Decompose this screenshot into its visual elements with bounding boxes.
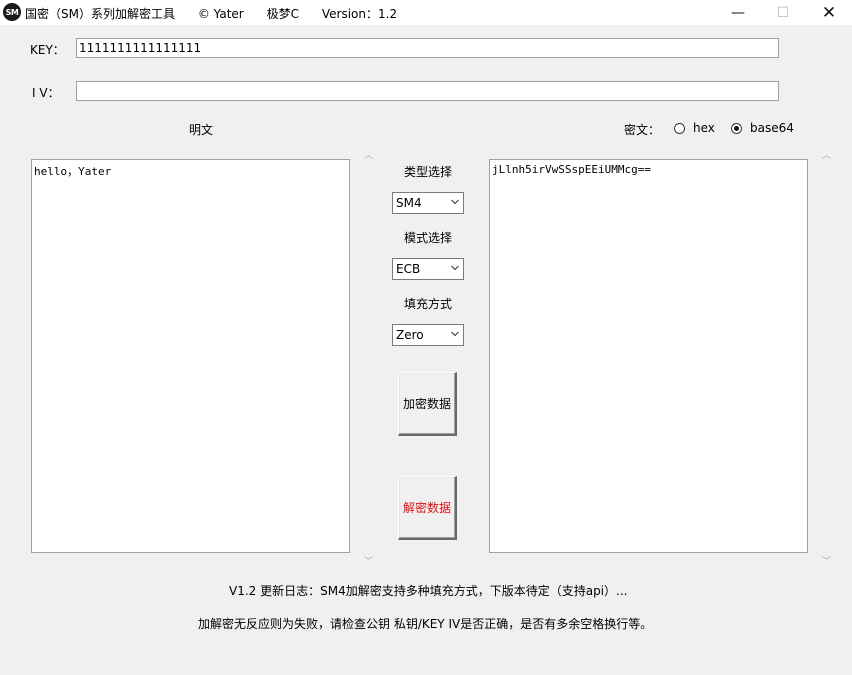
right-scrollbar[interactable]: ︿ ﹀: [818, 144, 835, 570]
maximize-button[interactable]: ☐: [760, 0, 806, 25]
format-base64-radio[interactable]: base64: [731, 121, 794, 135]
radio-base64-indicator[interactable]: [731, 122, 742, 134]
decrypt-button[interactable]: 解密数据: [398, 476, 457, 540]
plaintext-label: 明文: [189, 123, 214, 137]
key-label: KEY：: [30, 43, 65, 57]
radio-hex-indicator[interactable]: [674, 122, 685, 134]
close-button[interactable]: ✕: [806, 0, 852, 25]
encrypt-button[interactable]: 加密数据: [398, 372, 457, 436]
title-bar: SM 国密（SM）系列加解密工具 © Yater 极梦C Version：1.2…: [0, 0, 852, 25]
key-input[interactable]: 1111111111111111: [76, 38, 779, 58]
scroll-up-icon[interactable]: ︿: [360, 147, 377, 161]
iv-input[interactable]: [76, 81, 779, 101]
chevron-down-icon: [451, 199, 459, 205]
scroll-down-icon[interactable]: ﹀: [360, 553, 377, 567]
scroll-up-icon[interactable]: ︿: [818, 147, 835, 161]
mode-select-value: ECB: [396, 262, 421, 276]
app-logo-icon: SM: [3, 3, 21, 21]
mode-select[interactable]: ECB: [392, 258, 464, 280]
mode-select-label: 模式选择: [403, 231, 452, 245]
chevron-down-icon: [451, 331, 459, 337]
plaintext-textarea[interactable]: hello，Yater: [31, 159, 350, 553]
window-title: 国密（SM）系列加解密工具 © Yater 极梦C Version：1.2: [25, 7, 398, 21]
type-select[interactable]: SM4: [392, 192, 464, 214]
scroll-down-icon[interactable]: ﹀: [818, 553, 835, 567]
hint-text: 加解密无反应则为失败，请检查公钥 私钥/KEY IV是否正确，是否有多余空格换行…: [198, 617, 653, 631]
app-window: SM 国密（SM）系列加解密工具 © Yater 极梦C Version：1.2…: [0, 0, 852, 675]
middle-scrollbar[interactable]: ︿ ﹀: [360, 144, 377, 570]
format-hex-radio[interactable]: hex: [674, 121, 715, 135]
iv-label: I V：: [32, 86, 60, 100]
ciphertext-textarea[interactable]: jLlnh5irVwSSspEEiUMMcg==: [489, 159, 808, 553]
type-select-label: 类型选择: [403, 165, 452, 179]
changelog-text: V1.2 更新日志：SM4加解密支持多种填充方式，下版本待定（支持api）...: [229, 584, 628, 598]
type-select-value: SM4: [396, 196, 422, 210]
minimize-button[interactable]: —: [715, 0, 761, 25]
format-hex-label: hex: [693, 121, 715, 135]
chevron-down-icon: [451, 265, 459, 271]
padding-select-value: Zero: [396, 328, 424, 342]
padding-select[interactable]: Zero: [392, 324, 464, 346]
ciphertext-label: 密文：: [624, 123, 661, 137]
format-base64-label: base64: [750, 121, 794, 135]
padding-select-label: 填充方式: [403, 297, 452, 311]
